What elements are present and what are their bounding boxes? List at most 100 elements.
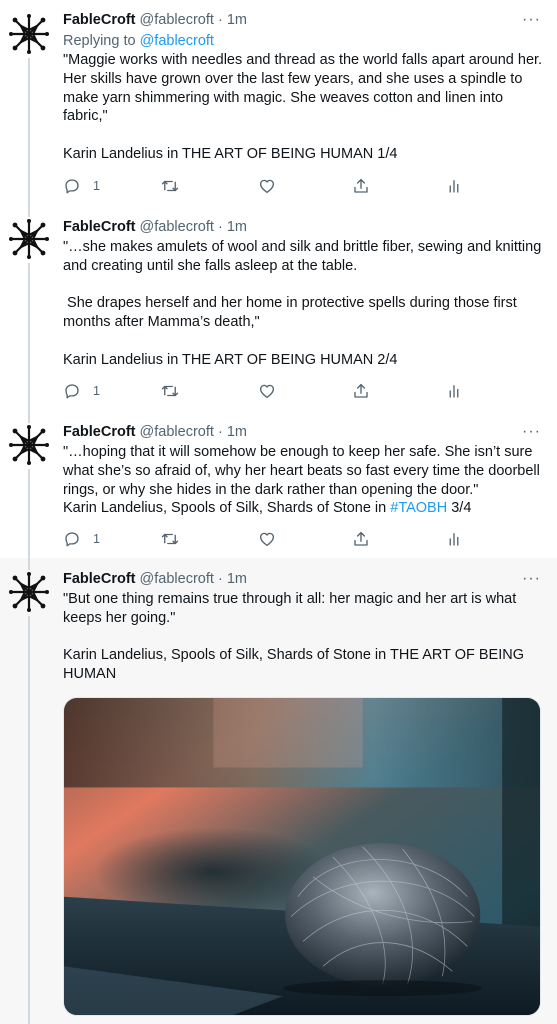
analytics-button[interactable] bbox=[445, 529, 463, 549]
tweet-header: FableCroft @fablecroft · 1m bbox=[63, 423, 247, 441]
tweet-text: "But one thing remains true through it a… bbox=[63, 590, 543, 684]
avatar[interactable] bbox=[7, 12, 51, 56]
display-name[interactable]: FableCroft bbox=[63, 424, 136, 440]
share-icon bbox=[352, 177, 370, 195]
analytics-icon bbox=[445, 530, 463, 548]
reply-button[interactable]: 1 bbox=[63, 176, 100, 196]
avatar[interactable] bbox=[7, 423, 51, 467]
tweet-paragraph: Karin Landelius in THE ART OF BEING HUMA… bbox=[63, 145, 398, 162]
thread-connector bbox=[28, 205, 30, 217]
tweet-paragraph: She drapes herself and her home in prote… bbox=[63, 295, 521, 331]
like-button[interactable] bbox=[258, 529, 276, 549]
retweet-button[interactable] bbox=[161, 381, 179, 401]
tweet-paragraph: "But one thing remains true through it a… bbox=[63, 591, 517, 626]
fablecroft-logo-icon bbox=[7, 217, 51, 261]
reply-count: 1 bbox=[93, 179, 100, 193]
tweet-header: FableCroft @fablecroft · 1m bbox=[63, 11, 247, 29]
timestamp[interactable]: 1m bbox=[227, 424, 247, 440]
user-handle[interactable]: @fablecroft bbox=[140, 219, 214, 235]
analytics-button[interactable] bbox=[445, 176, 463, 196]
heart-icon bbox=[258, 530, 276, 548]
user-handle[interactable]: @fablecroft bbox=[140, 12, 214, 28]
tweet-paragraph: "Maggie works with needles and thread as… bbox=[63, 52, 543, 125]
tweet-paragraph: "…hoping that it will somehow be enough … bbox=[63, 444, 540, 498]
share-button[interactable] bbox=[352, 529, 370, 549]
share-button[interactable] bbox=[352, 381, 370, 401]
avatar[interactable] bbox=[7, 217, 51, 261]
reply-icon bbox=[63, 530, 81, 548]
separator-dot: · bbox=[217, 219, 223, 235]
reply-icon bbox=[63, 177, 81, 195]
reply-icon bbox=[63, 382, 81, 400]
thread-connector bbox=[28, 263, 30, 411]
tweet-text: "…she makes amulets of wool and silk and… bbox=[63, 238, 543, 370]
display-name[interactable]: FableCroft bbox=[63, 571, 136, 587]
heart-icon bbox=[258, 382, 276, 400]
tweet-1[interactable]: FableCroft @fablecroft · 1m ··· Replying… bbox=[0, 0, 557, 205]
tweet-text: "Maggie works with needles and thread as… bbox=[63, 51, 543, 164]
more-icon[interactable]: ··· bbox=[522, 12, 540, 28]
thread-connector bbox=[28, 558, 30, 570]
thread-connector bbox=[28, 411, 30, 423]
user-handle[interactable]: @fablecroft bbox=[140, 571, 214, 587]
separator-dot: · bbox=[217, 571, 223, 587]
yarn-ball-photo bbox=[64, 698, 540, 1015]
reply-button[interactable]: 1 bbox=[63, 381, 100, 401]
thread-connector bbox=[28, 616, 30, 1024]
tweet-actions: 1 bbox=[63, 529, 483, 549]
like-button[interactable] bbox=[258, 381, 276, 401]
display-name[interactable]: FableCroft bbox=[63, 219, 136, 235]
tweet-text: "…hoping that it will somehow be enough … bbox=[63, 443, 543, 518]
reply-count: 1 bbox=[93, 532, 100, 546]
retweet-icon bbox=[161, 530, 179, 548]
thread-connector bbox=[28, 58, 30, 205]
more-icon[interactable]: ··· bbox=[522, 571, 540, 587]
tweet-header: FableCroft @fablecroft · 1m bbox=[63, 570, 247, 588]
retweet-icon bbox=[161, 382, 179, 400]
tweet-3[interactable]: FableCroft @fablecroft · 1m ··· "…hoping… bbox=[0, 411, 557, 558]
tweet-paragraph: Karin Landelius, Spools of Silk, Shards … bbox=[63, 499, 543, 518]
tweet-photo[interactable] bbox=[63, 697, 541, 1016]
more-icon[interactable]: ··· bbox=[522, 424, 540, 440]
separator-dot: · bbox=[217, 424, 223, 440]
heart-icon bbox=[258, 177, 276, 195]
attribution-text: Karin Landelius, Spools of Silk, Shards … bbox=[63, 500, 391, 517]
user-handle[interactable]: @fablecroft bbox=[140, 424, 214, 440]
hashtag-link[interactable]: #TAOBH bbox=[390, 500, 447, 516]
avatar[interactable] bbox=[7, 570, 51, 614]
timestamp[interactable]: 1m bbox=[227, 219, 247, 235]
replying-to-handle[interactable]: @fablecroft bbox=[140, 33, 214, 49]
fablecroft-logo-icon bbox=[7, 12, 51, 56]
thread-timeline: FableCroft @fablecroft · 1m ··· Replying… bbox=[0, 0, 557, 1024]
thread-connector bbox=[28, 469, 30, 558]
retweet-button[interactable] bbox=[161, 529, 179, 549]
tweet-2[interactable]: FableCroft @fablecroft · 1m "…she makes … bbox=[0, 205, 557, 411]
like-button[interactable] bbox=[258, 176, 276, 196]
separator-dot: · bbox=[217, 12, 223, 28]
display-name[interactable]: FableCroft bbox=[63, 12, 136, 28]
share-button[interactable] bbox=[352, 176, 370, 196]
replying-to-label: Replying to bbox=[63, 33, 136, 49]
retweet-icon bbox=[161, 177, 179, 195]
part-indicator: 3/4 bbox=[447, 500, 472, 517]
reply-button[interactable]: 1 bbox=[63, 529, 100, 549]
fablecroft-logo-icon bbox=[7, 423, 51, 467]
share-icon bbox=[352, 530, 370, 548]
analytics-button[interactable] bbox=[445, 381, 463, 401]
tweet-header: FableCroft @fablecroft · 1m bbox=[63, 218, 247, 236]
reply-count: 1 bbox=[93, 384, 100, 398]
tweet-actions: 1 bbox=[63, 381, 483, 401]
replying-to: Replying to @fablecroft bbox=[63, 32, 214, 50]
retweet-button[interactable] bbox=[161, 176, 179, 196]
share-icon bbox=[352, 382, 370, 400]
tweet-4[interactable]: FableCroft @fablecroft · 1m ··· "But one… bbox=[0, 558, 557, 1024]
fablecroft-logo-icon bbox=[7, 570, 51, 614]
tweet-paragraph: Karin Landelius, Spools of Silk, Shards … bbox=[63, 647, 525, 683]
timestamp[interactable]: 1m bbox=[227, 571, 247, 587]
tweet-paragraph: "…she makes amulets of wool and silk and… bbox=[63, 239, 546, 274]
analytics-icon bbox=[445, 382, 463, 400]
tweet-paragraph: Karin Landelius in THE ART OF BEING HUMA… bbox=[63, 351, 398, 368]
timestamp[interactable]: 1m bbox=[227, 12, 247, 28]
analytics-icon bbox=[445, 177, 463, 195]
tweet-actions: 1 bbox=[63, 176, 483, 196]
